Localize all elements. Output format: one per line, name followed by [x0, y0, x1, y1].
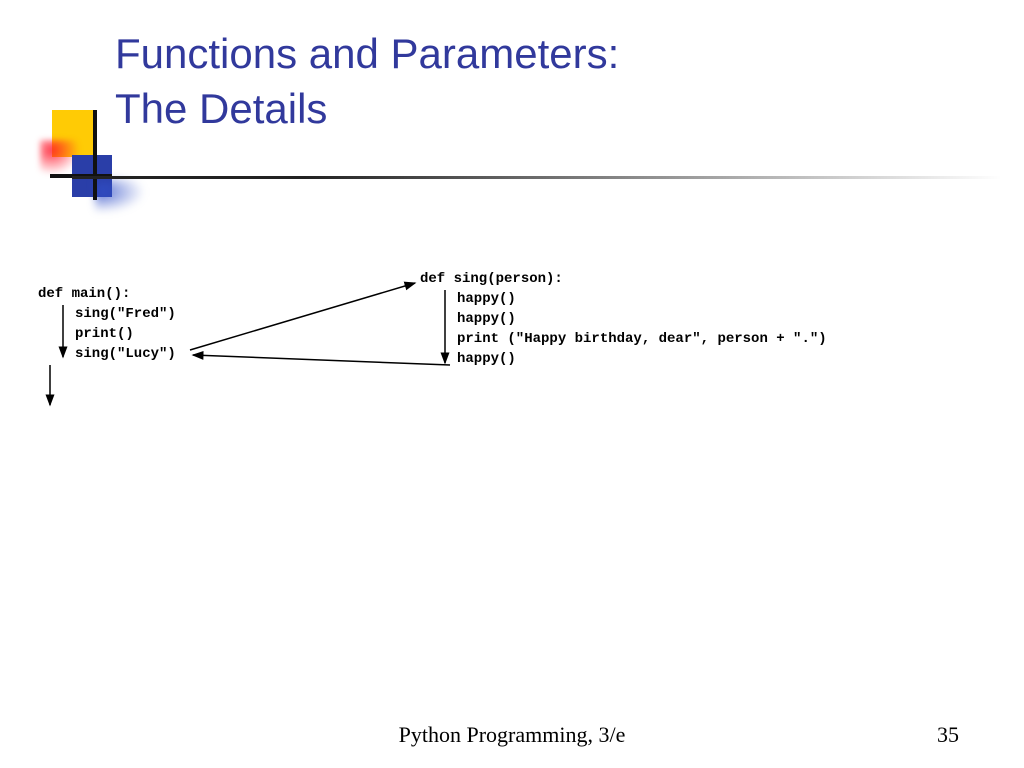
title-line-1: Functions and Parameters:	[115, 30, 619, 77]
code-diagram: def main(): sing("Fred") print() sing("L…	[30, 265, 990, 435]
logo-vertical-bar	[93, 110, 97, 200]
title-line-2: The Details	[115, 85, 327, 132]
logo-blue-blur	[95, 178, 145, 213]
page-number: 35	[937, 722, 959, 748]
slide-logo	[40, 110, 120, 205]
arrows-svg	[30, 265, 990, 435]
footer-text: Python Programming, 3/e	[0, 722, 1024, 748]
slide-title: Functions and Parameters: The Details	[115, 27, 619, 136]
title-underline	[72, 176, 1002, 179]
